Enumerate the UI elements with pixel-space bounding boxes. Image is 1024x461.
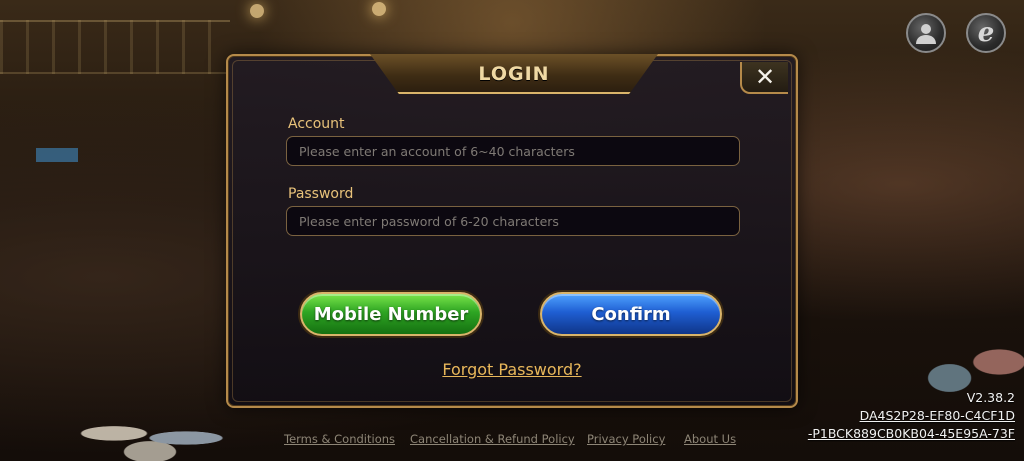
poker-chips bbox=[60, 415, 240, 461]
mobile-number-button[interactable]: Mobile Number bbox=[300, 292, 482, 336]
ceiling-lamp bbox=[250, 4, 264, 18]
version-number: V2.38.2 bbox=[966, 390, 1015, 405]
balcony-rail bbox=[0, 20, 230, 74]
version-info: V2.38.2 DA4S2P28-EF80-C4CF1D -P1BCK889CB… bbox=[808, 389, 1015, 443]
account-label: Account bbox=[288, 116, 345, 132]
device-id-line1: DA4S2P28-EF80-C4CF1D bbox=[859, 408, 1015, 423]
privacy-policy-link[interactable]: Privacy Policy bbox=[587, 432, 665, 446]
close-button[interactable]: ✕ bbox=[740, 62, 788, 94]
password-label: Password bbox=[288, 186, 354, 202]
terms-link[interactable]: Terms & Conditions bbox=[284, 432, 395, 446]
about-us-link[interactable]: About Us bbox=[684, 432, 736, 446]
forgot-password-link[interactable]: Forgot Password? bbox=[442, 360, 581, 379]
background-screen bbox=[36, 148, 78, 162]
ceiling-lamp bbox=[372, 2, 386, 16]
dialog-title: LOGIN bbox=[478, 63, 550, 85]
confirm-button[interactable]: Confirm bbox=[540, 292, 722, 336]
user-service-icon[interactable] bbox=[906, 13, 946, 53]
confirm-label: Confirm bbox=[591, 303, 671, 325]
person-icon bbox=[916, 24, 936, 44]
device-id-line2: -P1BCK889CB0KB04-45E95A-73F bbox=[807, 426, 1015, 441]
e-glyph: e bbox=[977, 18, 995, 48]
forgot-password-row: Forgot Password? bbox=[228, 360, 796, 379]
browser-e-icon[interactable]: e bbox=[966, 13, 1006, 53]
password-input[interactable] bbox=[286, 206, 740, 236]
login-dialog: LOGIN ✕ Account Password Mobile Number C… bbox=[226, 54, 798, 408]
mobile-number-label: Mobile Number bbox=[313, 303, 469, 325]
dialog-title-tab: LOGIN bbox=[370, 54, 658, 94]
close-icon: ✕ bbox=[754, 63, 776, 91]
account-input[interactable] bbox=[286, 136, 740, 166]
refund-policy-link[interactable]: Cancellation & Refund Policy bbox=[410, 432, 575, 446]
